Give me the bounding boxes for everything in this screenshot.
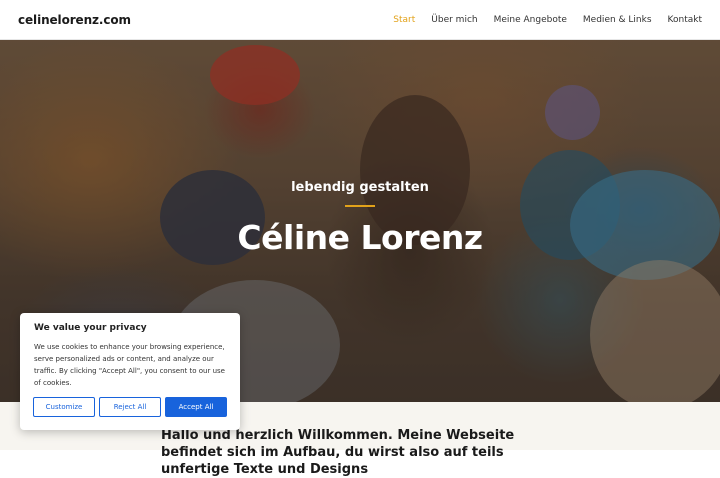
hero-title: Céline Lorenz (237, 218, 483, 257)
nav-item-ueber-mich[interactable]: Über mich (431, 15, 477, 25)
reject-all-button[interactable]: Reject All (99, 397, 161, 417)
hero-divider (345, 205, 375, 207)
nav-item-meine-angebote[interactable]: Meine Angebote (494, 15, 567, 25)
cookie-banner: We value your privacy We use cookies to … (20, 313, 240, 430)
cookie-buttons: Customize Reject All Accept All (33, 397, 227, 417)
intro-text: Hallo und herzlich Willkommen. Meine Web… (161, 428, 515, 477)
cookie-title: We value your privacy (34, 323, 147, 333)
customize-button[interactable]: Customize (33, 397, 95, 417)
nav-item-kontakt[interactable]: Kontakt (668, 15, 702, 25)
site-logo[interactable]: celinelorenz.com (18, 13, 131, 27)
nav-item-medien-links[interactable]: Medien & Links (583, 15, 652, 25)
hero-subtitle: lebendig gestalten (291, 180, 429, 195)
cookie-text: We use cookies to enhance your browsing … (34, 343, 225, 387)
main-nav: Start Über mich Meine Angebote Medien & … (377, 15, 702, 25)
accept-all-button[interactable]: Accept All (165, 397, 227, 417)
nav-item-start[interactable]: Start (393, 15, 415, 25)
site-header: celinelorenz.com Start Über mich Meine A… (0, 0, 720, 40)
